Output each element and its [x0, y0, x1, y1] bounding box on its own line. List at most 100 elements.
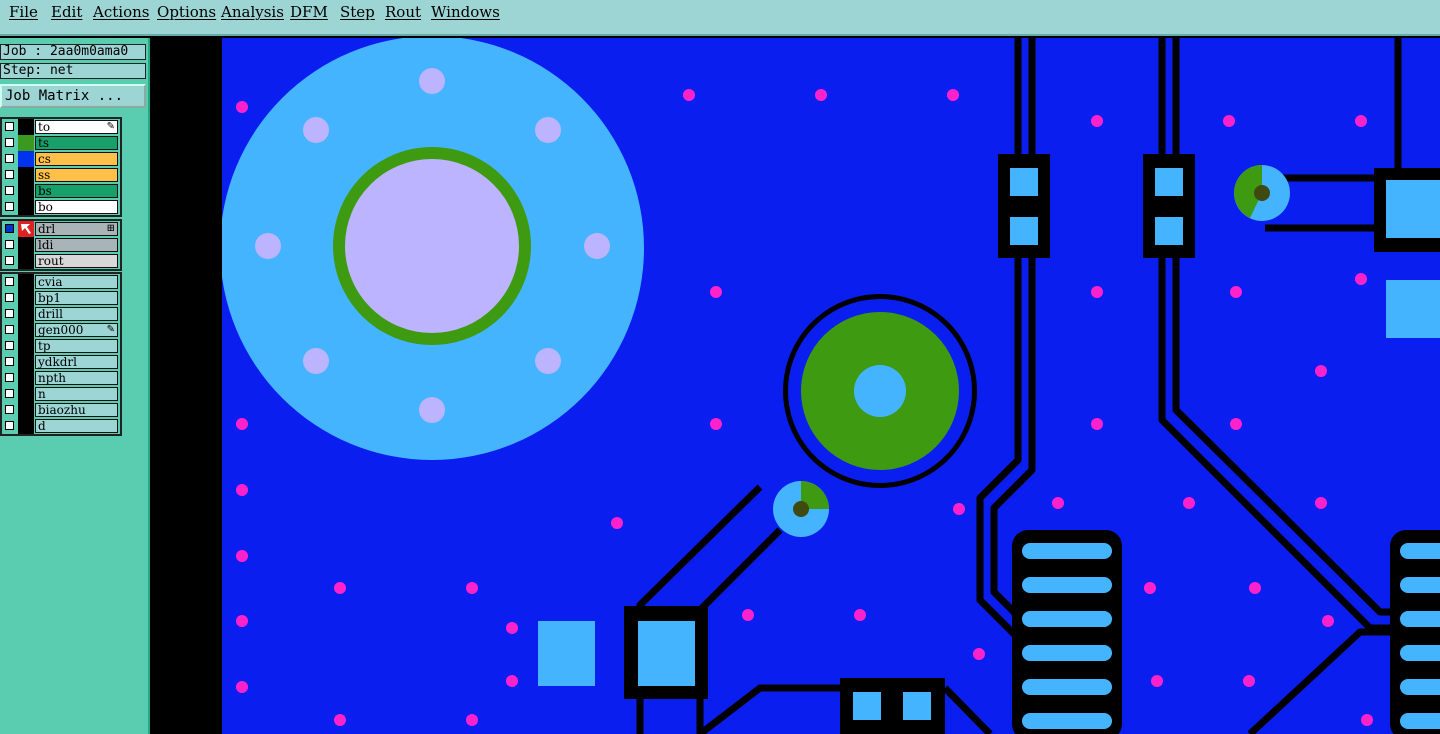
drill-dot: [947, 89, 959, 101]
layer-checkbox[interactable]: [5, 202, 14, 211]
layer-name[interactable]: n: [35, 387, 118, 401]
layer-checkbox[interactable]: [5, 421, 14, 430]
layer-color-swatch[interactable]: [18, 354, 34, 370]
layer-color-swatch[interactable]: [18, 253, 34, 269]
graphic-editor-canvas[interactable]: [150, 38, 1440, 734]
layer-name[interactable]: d: [35, 419, 118, 433]
layer-name[interactable]: cvia: [35, 275, 118, 289]
layer-row-cs[interactable]: cs: [2, 151, 120, 167]
layer-color-swatch[interactable]: [18, 199, 34, 215]
layer-name[interactable]: ts: [35, 136, 118, 150]
layer-checkbox[interactable]: [5, 357, 14, 366]
layer-color-swatch[interactable]: [18, 386, 34, 402]
layer-color-swatch[interactable]: [18, 119, 34, 135]
layer-color-swatch[interactable]: [18, 183, 34, 199]
layer-color-swatch[interactable]: [18, 151, 34, 167]
menu-rout[interactable]: Rout: [385, 3, 421, 21]
drill-dot: [1091, 115, 1103, 127]
layer-color-swatch[interactable]: [18, 338, 34, 354]
pad: [1386, 180, 1440, 238]
layer-mark-icon: ✎: [106, 121, 115, 132]
menu-file[interactable]: File: [9, 3, 38, 21]
layer-color-swatch[interactable]: [18, 418, 34, 434]
job-matrix-button[interactable]: Job Matrix ...: [0, 84, 146, 108]
layer-row-bs[interactable]: bs: [2, 183, 120, 199]
layer-checkbox[interactable]: [5, 309, 14, 318]
layer-row-n[interactable]: n: [2, 386, 120, 402]
layer-name[interactable]: bp1: [35, 291, 118, 305]
layer-name[interactable]: to ✎: [35, 120, 118, 134]
layer-name[interactable]: drl ⊞: [35, 222, 118, 236]
layer-checkbox[interactable]: [5, 389, 14, 398]
layer-name[interactable]: drill: [35, 307, 118, 321]
layer-row-bp1[interactable]: bp1: [2, 290, 120, 306]
layer-name[interactable]: npth: [35, 371, 118, 385]
layer-checkbox[interactable]: [5, 293, 14, 302]
layer-color-swatch[interactable]: [18, 290, 34, 306]
layer-row-d[interactable]: d: [2, 418, 120, 434]
layer-name[interactable]: gen000 ✎: [35, 323, 118, 337]
layer-checkbox[interactable]: [5, 186, 14, 195]
layer-name[interactable]: tp: [35, 339, 118, 353]
slot-pad: [1400, 611, 1440, 627]
layer-color-swatch[interactable]: [18, 322, 34, 338]
layer-row-biaozhu[interactable]: biaozhu: [2, 402, 120, 418]
layer-checkbox[interactable]: [5, 341, 14, 350]
layer-color-swatch[interactable]: [18, 370, 34, 386]
layer-name[interactable]: ldi: [35, 238, 118, 252]
layer-color-swatch[interactable]: [18, 402, 34, 418]
layer-row-tp[interactable]: tp: [2, 338, 120, 354]
layer-name[interactable]: rout: [35, 254, 118, 268]
menu-edit[interactable]: Edit: [51, 3, 82, 21]
menu-actions[interactable]: Actions: [93, 3, 149, 21]
layer-color-swatch[interactable]: [18, 135, 34, 151]
menu-windows[interactable]: Windows: [431, 3, 500, 21]
slot-pad: [1022, 645, 1112, 661]
layer-checkbox[interactable]: [5, 170, 14, 179]
layer-name[interactable]: cs: [35, 152, 118, 166]
drill-dot: [236, 418, 248, 430]
menu-options[interactable]: Options: [157, 3, 216, 21]
layer-row-drl[interactable]: drl ⊞: [2, 221, 120, 237]
layer-row-ss[interactable]: ss: [2, 167, 120, 183]
pcb-view[interactable]: [150, 38, 1440, 734]
layer-checkbox[interactable]: [5, 277, 14, 286]
layer-row-rout[interactable]: rout: [2, 253, 120, 269]
layer-checkbox[interactable]: [5, 240, 14, 249]
layer-checkbox[interactable]: [5, 405, 14, 414]
layer-row-ydkdrl[interactable]: ydkdrl: [2, 354, 120, 370]
layer-color-swatch[interactable]: [18, 306, 34, 322]
arrow-icon: [21, 224, 31, 234]
layer-checkbox[interactable]: [5, 138, 14, 147]
layer-row-npth[interactable]: npth: [2, 370, 120, 386]
layer-row-to[interactable]: to ✎: [2, 119, 120, 135]
menu-dfm[interactable]: DFM: [290, 3, 328, 21]
layer-row-ldi[interactable]: ldi: [2, 237, 120, 253]
layer-row-cvia[interactable]: cvia: [2, 274, 120, 290]
slot-pad: [1400, 679, 1440, 695]
layer-color-swatch[interactable]: [18, 237, 34, 253]
layer-checkbox[interactable]: [5, 224, 14, 233]
layer-checkbox[interactable]: [5, 154, 14, 163]
layer-row-bo[interactable]: bo: [2, 199, 120, 215]
layer-name[interactable]: ss: [35, 168, 118, 182]
layer-color-swatch[interactable]: [18, 274, 34, 290]
layer-name[interactable]: ydkdrl: [35, 355, 118, 369]
layer-checkbox[interactable]: [5, 373, 14, 382]
menu-analysis[interactable]: Analysis: [221, 3, 284, 21]
drill-dot: [236, 101, 248, 113]
drill-dot: [1230, 286, 1242, 298]
layer-name[interactable]: bs: [35, 184, 118, 198]
layer-name[interactable]: biaozhu: [35, 403, 118, 417]
menu-step[interactable]: Step: [340, 3, 375, 21]
layer-color-swatch[interactable]: [18, 221, 34, 237]
layer-row-drill[interactable]: drill: [2, 306, 120, 322]
layer-checkbox[interactable]: [5, 256, 14, 265]
layer-checkbox[interactable]: [5, 325, 14, 334]
layer-row-gen000[interactable]: gen000 ✎: [2, 322, 120, 338]
layer-checkbox[interactable]: [5, 122, 14, 131]
layer-name[interactable]: bo: [35, 200, 118, 214]
slot-pad: [1022, 577, 1112, 593]
layer-row-ts[interactable]: ts: [2, 135, 120, 151]
layer-color-swatch[interactable]: [18, 167, 34, 183]
